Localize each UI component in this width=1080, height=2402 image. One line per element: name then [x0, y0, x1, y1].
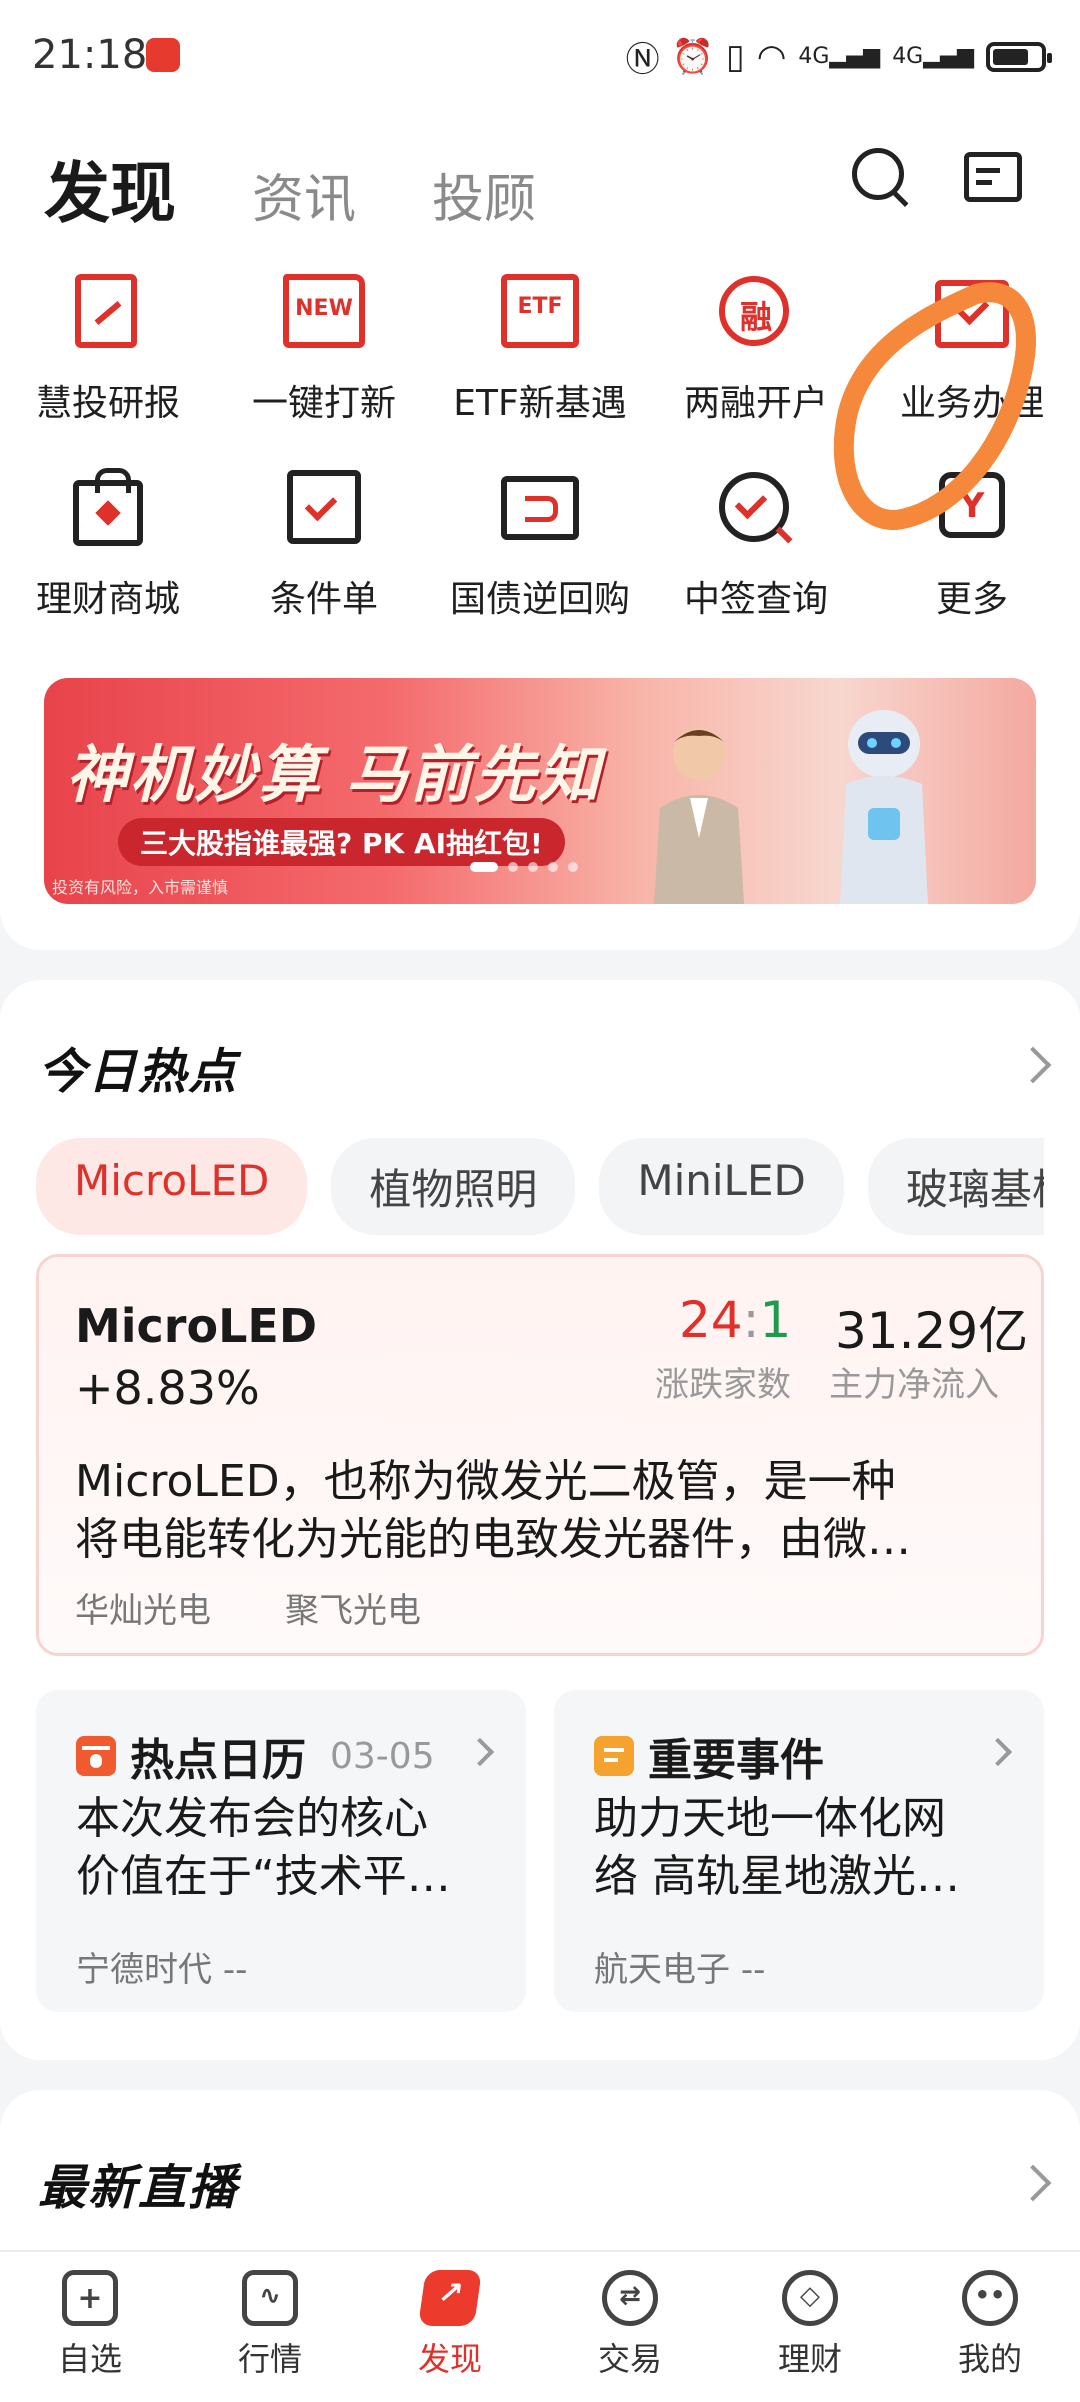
- status-time: 21:18: [32, 32, 148, 78]
- banner-risk-note: 投资有风险，入市需谨慎: [52, 878, 229, 897]
- tab-discover[interactable]: 发现: [44, 140, 176, 236]
- robot-illustration: [840, 710, 928, 904]
- topic-description: MicroLED，也称为微发光二极管，是一种 将电能转化为光能的电致发光器件，由…: [75, 1456, 911, 1565]
- search-icon[interactable]: [848, 144, 912, 208]
- nav-watchlist[interactable]: + 自选: [0, 2252, 180, 2402]
- events-icon: [594, 1736, 634, 1776]
- vibrate-icon: ▯: [725, 36, 745, 77]
- topic-net-inflow: 31.29亿: [835, 1302, 1029, 1360]
- banner-subtitle: 三大股指谁最强? PK AI抽红包!: [118, 818, 565, 866]
- hot-calendar-card[interactable]: 热点日历 03-05 本次发布会的核心 价值在于“技术平… 宁德时代 --: [36, 1690, 526, 2012]
- grid-item-research[interactable]: 慧投研报: [0, 270, 216, 426]
- topic-card[interactable]: MicroLED +8.83% 24:1 涨跌家数 31.29亿 主力净流入 M…: [36, 1254, 1044, 1656]
- nav-profile[interactable]: •• 我的: [900, 2252, 1080, 2402]
- events-stock: 航天电子 --: [594, 1950, 766, 1990]
- nav-market[interactable]: ∿ 行情: [180, 2252, 360, 2402]
- trade-icon: ⇄: [602, 2270, 658, 2326]
- watchlist-icon: +: [62, 2270, 118, 2326]
- grid-item-wealth-mall[interactable]: 理财商城: [0, 466, 216, 622]
- report-pen-icon: [65, 270, 151, 356]
- top-tabs: 发现 资讯 投顾: [44, 140, 536, 236]
- topic-name: MicroLED: [75, 1299, 318, 1353]
- banner-pager: [470, 862, 578, 872]
- calendar-chevron-icon: [465, 1737, 495, 1767]
- topic-related-stocks: 华灿光电 聚飞光电: [75, 1583, 421, 1632]
- topic-ratio-label: 涨跌家数: [655, 1365, 791, 1405]
- battery-icon: [986, 41, 1052, 72]
- live-section-title: 最新直播: [38, 2160, 239, 2216]
- tab-advisor[interactable]: 投顾: [432, 157, 536, 236]
- nav-discover[interactable]: ↗ 发现: [360, 2252, 540, 2402]
- grid-item-etf[interactable]: ETF ETF新基遇: [432, 270, 648, 426]
- person-illustration: [654, 728, 744, 904]
- signal-2-icon: 4G▂▄▆: [892, 44, 974, 69]
- wifi-icon: ◠: [756, 36, 787, 77]
- status-icons: Ⓝ ⏰ ▯ ◠ 4G▂▄▆ 4G▂▄▆: [625, 32, 1052, 81]
- topic-change: +8.83%: [75, 1361, 260, 1415]
- message-icon[interactable]: [960, 144, 1024, 208]
- important-events-card[interactable]: 重要事件 助力天地一体化网 络 高轨星地激光… 航天电子 --: [554, 1690, 1044, 2012]
- topic-up-down-ratio: 24:1: [679, 1291, 792, 1349]
- etf-doc-icon: ETF: [497, 270, 583, 356]
- related-stock[interactable]: 华灿光电: [75, 1583, 211, 1632]
- profile-icon: ••: [962, 2270, 1018, 2326]
- related-stock[interactable]: 聚飞光电: [285, 1583, 421, 1632]
- discover-icon: ↗: [418, 2270, 482, 2326]
- chip-plant-lighting[interactable]: 植物照明: [331, 1138, 576, 1235]
- calendar-text: 本次发布会的核心 价值在于“技术平…: [76, 1793, 451, 1902]
- signal-1-icon: 4G▂▄▆: [798, 44, 881, 69]
- events-header: 重要事件: [594, 1724, 824, 1788]
- chip-glass-substrate[interactable]: 玻璃基板: [867, 1138, 1044, 1235]
- events-chevron-icon: [983, 1737, 1013, 1767]
- calendar-icon: [76, 1736, 116, 1776]
- nav-wealth[interactable]: ◇ 理财: [720, 2252, 900, 2402]
- nav-trade[interactable]: ⇄ 交易: [540, 2252, 720, 2402]
- grid-item-ipo[interactable]: NEW 一键打新: [216, 270, 432, 426]
- wealth-icon: ◇: [782, 2270, 838, 2326]
- hot-chip-list: MicroLED 植物照明 MiniLED 玻璃基板: [36, 1138, 1044, 1235]
- grid-item-bond-repo[interactable]: 国债逆回购: [432, 466, 648, 622]
- events-text: 助力天地一体化网 络 高轨星地激光…: [594, 1793, 960, 1902]
- margin-account-icon: 融: [713, 270, 799, 356]
- chip-miniled[interactable]: MiniLED: [599, 1138, 844, 1235]
- chip-microled[interactable]: MicroLED: [36, 1138, 308, 1235]
- shopping-bag-icon: [65, 466, 151, 552]
- lottery-query-icon: [713, 466, 799, 552]
- condition-order-icon: [281, 466, 367, 552]
- calendar-stock: 宁德时代 --: [76, 1950, 248, 1990]
- market-icon: ∿: [242, 2270, 298, 2326]
- new-folder-icon: NEW: [281, 270, 367, 356]
- orange-circle-highlight: [833, 282, 1036, 530]
- tab-news[interactable]: 资讯: [252, 157, 356, 236]
- banner-title: 神机妙算 马前先知: [66, 738, 602, 811]
- bond-repo-icon: [497, 466, 583, 552]
- bottom-nav: + 自选 ∿ 行情 ↗ 发现 ⇄ 交易 ◇ 理财 •• 我的: [0, 2250, 1080, 2402]
- nfc-icon: Ⓝ: [625, 40, 660, 80]
- topic-inflow-label: 主力净流入: [829, 1365, 999, 1405]
- hot-section-title: 今日热点: [38, 1044, 239, 1100]
- app-notification-icon: [146, 38, 180, 72]
- calendar-header: 热点日历 03-05: [76, 1724, 435, 1788]
- alarm-icon: ⏰: [671, 36, 714, 77]
- grid-item-condition-order[interactable]: 条件单: [216, 466, 432, 622]
- status-bar: 21:18 Ⓝ ⏰ ▯ ◠ 4G▂▄▆ 4G▂▄▆: [0, 0, 1080, 120]
